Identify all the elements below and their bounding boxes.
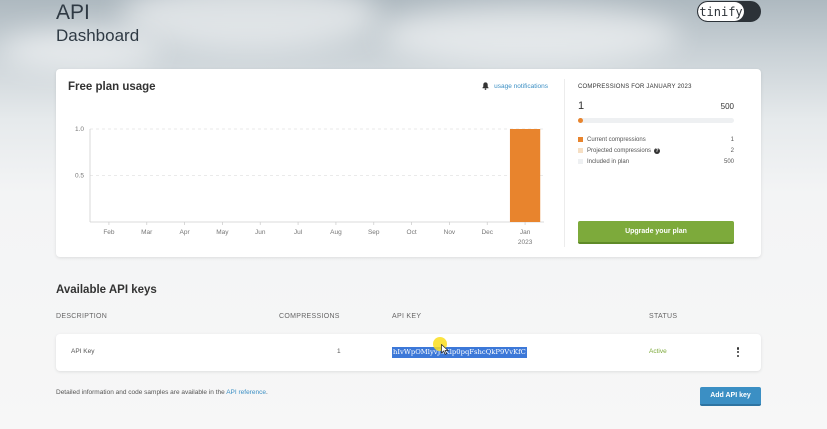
tinify-logo[interactable]: tinify	[697, 1, 761, 22]
chart-x-tick-label: Aug	[330, 229, 342, 236]
legend-value-projected: 2	[730, 147, 734, 154]
column-header-status: STATUS	[649, 313, 678, 320]
usage-notifications-label: usage notifications	[494, 82, 548, 90]
usage-title: Free plan usage	[68, 81, 156, 93]
column-header-api-key: API KEY	[392, 313, 422, 320]
legend-swatch-projected	[578, 148, 583, 153]
api-keys-title: Available API keys	[56, 284, 157, 296]
chart-x-tick-label: Apr	[180, 229, 191, 236]
panel-divider	[564, 79, 565, 247]
compressions-progress-fill	[578, 118, 583, 123]
api-key-compressions: 1	[337, 348, 341, 355]
compressions-progress-bar	[578, 118, 734, 123]
api-reference-link[interactable]: API reference	[226, 389, 266, 396]
background-cloud	[120, 0, 380, 50]
legend-projected: Projected compressions ? 2	[578, 146, 734, 155]
mouse-pointer-icon	[441, 344, 449, 355]
more-options-icon[interactable]	[736, 347, 740, 358]
footer-note: Detailed information and code samples ar…	[56, 389, 268, 396]
column-header-compressions: COMPRESSIONS	[279, 313, 340, 320]
chart-y-tick-label: 1.0	[75, 126, 84, 133]
add-api-key-button[interactable]: Add API key	[700, 387, 761, 406]
api-key-status: Active	[649, 348, 667, 355]
legend-included: Included in plan 500	[578, 157, 734, 166]
chart-x-tick-label: Jul	[294, 229, 303, 236]
chart-x-tick-label: Jan	[520, 229, 531, 236]
chart-x-tick-label: Nov	[444, 229, 456, 236]
chart-x-tick-label: Sep	[368, 229, 380, 236]
chart-bar	[509, 129, 541, 222]
legend-label-included: Included in plan	[587, 159, 724, 165]
legend-swatch-included	[578, 159, 583, 164]
usage-chart: 1.0 0.5 Feb Mar Apr May Jun Jul Aug Sep Oct Nov Dec J…	[75, 126, 544, 246]
compressions-title: COMPRESSIONS FOR JANUARY 2023	[578, 84, 692, 90]
background-cloud	[380, 5, 680, 65]
api-key-description: API Key	[71, 348, 95, 355]
chart-x-tick-label: Feb	[103, 229, 115, 236]
legend-label-current: Current compressions	[587, 137, 731, 143]
chart-y-tick-label: 0.5	[75, 173, 84, 180]
help-icon[interactable]: ?	[654, 147, 661, 154]
page-title: API Dashboard	[56, 2, 139, 46]
logo-text: tinify	[698, 2, 744, 21]
chart-x-tick-label: May	[216, 229, 229, 236]
api-key-row: API Key 1 hIvWpOMlyvJ3Klp0pqFshcQkP9VvKf…	[56, 334, 761, 371]
chart-x-tick-label: Dec	[481, 229, 493, 236]
column-header-description: DESCRIPTION	[56, 313, 108, 320]
legend-current: Current compressions 1	[578, 135, 734, 144]
legend-text-projected: Projected compressions	[587, 147, 652, 154]
legend-text-current: Current compressions	[587, 136, 646, 143]
footer-note-text: Detailed information and code samples ar…	[56, 389, 225, 396]
legend-label-projected: Projected compressions ?	[587, 147, 731, 154]
chart-x-tick-label: Oct	[407, 229, 417, 236]
page-title-dashboard: Dashboard	[56, 26, 140, 45]
legend-value-included: 500	[723, 158, 734, 165]
usage-card: Free plan usage usage notifications 1.0 0…	[56, 69, 761, 257]
bell-icon	[482, 82, 489, 90]
compressions-panel: COMPRESSIONS FOR JANUARY 2023 1 500 Curr…	[578, 69, 734, 257]
usage-notifications-link[interactable]: usage notifications	[482, 82, 548, 90]
compressions-max: 500	[720, 102, 734, 111]
chart-x-tick-label: Jun	[255, 229, 266, 236]
upgrade-plan-button[interactable]: Upgrade your plan	[578, 221, 734, 244]
chart-x-tick-sublabel: 2023	[518, 239, 533, 246]
api-key-value[interactable]: hIvWpOMlyvJ3Klp0pqFshcQkP9VvKfC	[392, 347, 527, 358]
page-title-api: API	[56, 1, 90, 24]
legend-swatch-current	[578, 137, 583, 142]
compressions-current: 1	[578, 100, 585, 112]
footer-note-end: .	[265, 389, 268, 396]
legend-text-included: Included in plan	[587, 158, 630, 165]
legend-value-current: 1	[730, 136, 734, 143]
chart-x-tick-label: Mar	[141, 229, 153, 236]
